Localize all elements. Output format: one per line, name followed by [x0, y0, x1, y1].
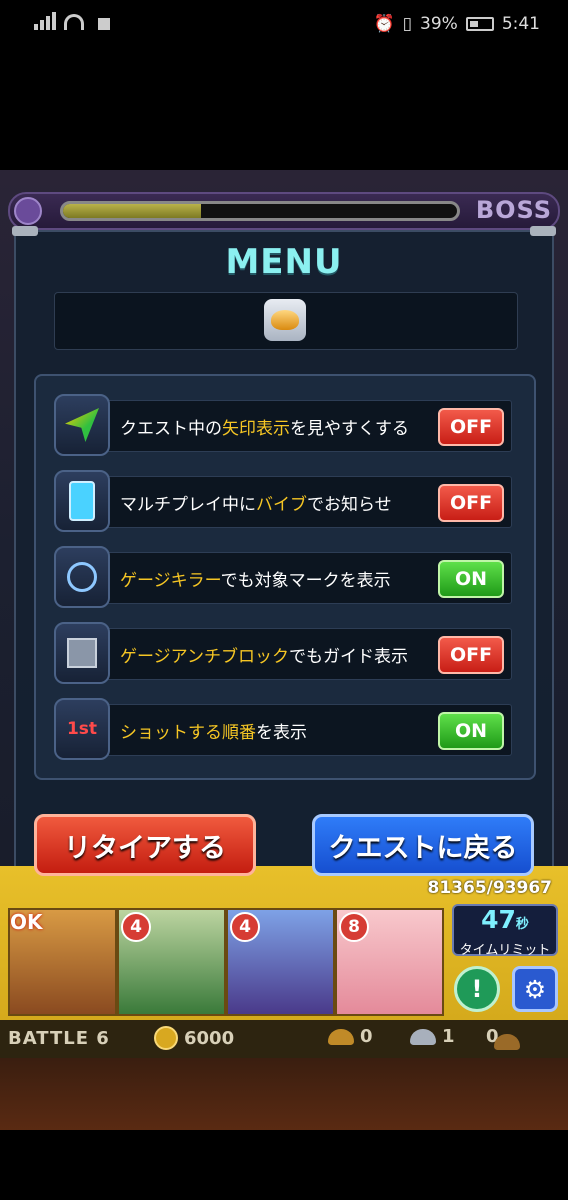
monster-slot[interactable]: 4 [226, 908, 335, 1016]
toggle-button[interactable]: OFF [438, 636, 504, 674]
item-icon[interactable] [264, 299, 306, 341]
boss-hp-bar [60, 201, 460, 221]
vibrate-phone-icon [54, 470, 110, 532]
gear-icon[interactable]: ⚙ [512, 966, 558, 1012]
bolt-icon [12, 226, 38, 236]
silver-egg-icon [410, 1028, 436, 1045]
toggle-button[interactable]: OFF [438, 408, 504, 446]
battery-percent: 39% [420, 14, 458, 34]
back-to-quest-button[interactable]: クエストに戻る [312, 814, 534, 876]
stage-orb-icon [14, 197, 42, 225]
toggle-button[interactable]: ON [438, 712, 504, 750]
menu-title: MENU [225, 242, 343, 282]
background-floor [0, 1058, 568, 1130]
gold-counter: 6000 [154, 1026, 234, 1050]
battle-bar: BATTLE 6 6000 0 1 0 [0, 1020, 568, 1058]
alarm-icon: ⏰ [373, 14, 395, 34]
options-list: クエスト中の矢印表示を見やすくする OFF マルチプレイ中にバイブでお知らせ O… [34, 374, 536, 780]
arrow-icon [54, 394, 110, 456]
monster-list: OK 4 4 8 [8, 908, 444, 1016]
timer-label: タイムリミット [459, 943, 551, 958]
option-row-vibrate: マルチプレイ中にバイブでお知らせ OFF [54, 470, 512, 532]
option-row-shot-order: 1st ショットする順番を表示 ON [54, 698, 512, 760]
option-label: ゲージキラーでも対象マークを表示 [120, 571, 391, 591]
retire-button[interactable]: リタイアする [34, 814, 256, 876]
boss-hp-fill [63, 204, 201, 218]
gold-medal-icon [154, 1026, 178, 1050]
boss-bar: BOSS [8, 192, 560, 230]
block-icon [54, 622, 110, 684]
silver-egg-counter: 1 [410, 1026, 455, 1047]
toggle-button[interactable]: ON [438, 560, 504, 598]
battle-counter: BATTLE 6 [8, 1028, 110, 1049]
option-row-gauge-killer: ゲージキラーでも対象マークを表示 ON [54, 546, 512, 608]
vibrate-icon: ▯ [402, 14, 413, 34]
bronze-egg-counter: 0 [486, 1026, 520, 1050]
bronze-egg-icon [494, 1034, 520, 1050]
battery-icon [465, 17, 494, 31]
party-hp: 81365/93967 [427, 878, 553, 898]
wifi-icon [64, 14, 84, 30]
clock: 5:41 [501, 14, 540, 34]
option-label: クエスト中の矢印表示を見やすくする [120, 419, 409, 439]
toggle-button[interactable]: OFF [438, 484, 504, 522]
signal-icon [34, 12, 56, 30]
monster-slot[interactable]: 4 [117, 908, 226, 1016]
item-slot [54, 292, 518, 350]
timer-unit: 秒 [515, 917, 529, 932]
option-row-anti-block: ゲージアンチブロックでもガイド表示 OFF [54, 622, 512, 684]
gold-egg-counter: 0 [328, 1026, 373, 1047]
monster-slot[interactable]: OK [8, 908, 117, 1016]
first-order-icon: 1st [54, 698, 110, 760]
status-bar: ⏰ ▯ 39% 5:41 [0, 0, 568, 48]
bolt-icon [530, 226, 556, 236]
monster-slot[interactable]: 8 [335, 908, 444, 1016]
game-screen: BOSS MENU クエスト中の矢印表示を見やすくする OFF マルチプレイ中に… [0, 170, 568, 1130]
gold-egg-icon [328, 1028, 354, 1045]
time-limit: 47秒 タイムリミット [452, 904, 558, 958]
option-label: ゲージアンチブロックでもガイド表示 [120, 647, 408, 667]
boss-label: BOSS [475, 196, 552, 224]
notification-icon [98, 18, 110, 30]
option-label: ショットする順番を表示 [120, 723, 307, 743]
option-row-arrow: クエスト中の矢印表示を見やすくする OFF [54, 394, 512, 456]
alert-icon[interactable]: ! [454, 966, 500, 1012]
option-label: マルチプレイ中にバイブでお知らせ [120, 495, 392, 515]
target-icon [54, 546, 110, 608]
timer-value: 47 [481, 905, 516, 934]
